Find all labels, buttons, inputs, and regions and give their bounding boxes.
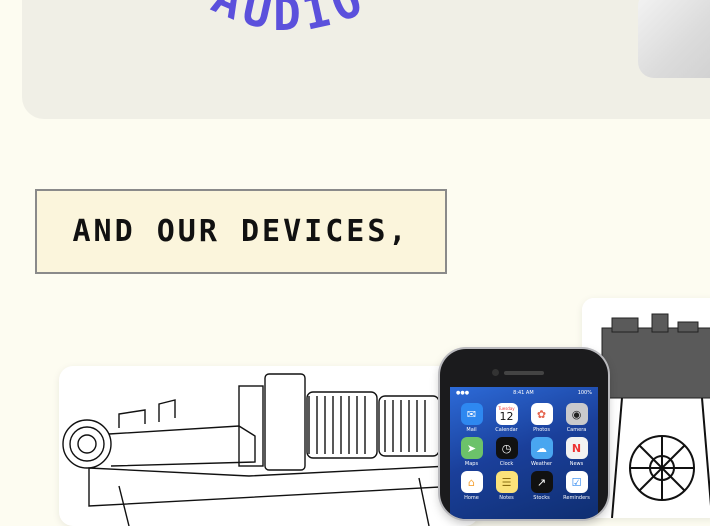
app-label: Stocks [533,495,550,501]
home-icon: ⌂ [460,471,483,493]
hero-title-arc: AUDIO [205,0,375,41]
smartphone: ●●● 8:41 AM 100% ✉ Mail Tuesday 12 Calen… [440,349,608,519]
app-mail[interactable]: ✉ Mail [456,403,487,433]
app-notes[interactable]: ☰ Notes [491,471,522,501]
section-caption-box: And our devices, [35,189,447,274]
app-label: News [569,461,584,467]
app-stocks[interactable]: ↗ Stocks [526,471,557,501]
hero-thumbnail[interactable] [638,0,710,78]
app-camera[interactable]: ◉ Camera [561,403,592,433]
calendar-icon: Tuesday 12 [495,403,518,425]
stocks-icon: ↗ [530,471,553,493]
app-label: Weather [530,461,553,467]
app-label: Camera [566,427,587,433]
app-photos[interactable]: ✿ Photos [526,403,557,433]
notes-icon: ☰ [495,471,518,493]
app-label: Clock [499,461,514,467]
reminders-icon: ☑ [565,471,588,493]
phone-speaker [504,371,544,375]
app-news[interactable]: N News [561,437,592,467]
hero-title: AUDIO [205,0,375,41]
app-maps[interactable]: ➤ Maps [456,437,487,467]
phone-camera [492,369,499,376]
telegraph-illustration [62,373,461,526]
app-clock[interactable]: ◷ Clock [491,437,522,467]
calendar-date: 12 [499,410,514,423]
home-screen-app-grid: ✉ Mail Tuesday 12 Calendar ✿ Photos ◉ Ca… [450,399,598,501]
mail-icon: ✉ [460,403,483,425]
maps-icon: ➤ [460,437,483,459]
app-label: Calendar [495,427,518,433]
app-label: Notes [499,495,514,501]
hero-title-text: AUDIO [205,0,369,41]
app-reminders[interactable]: ☑ Reminders [561,471,592,501]
camera-icon: ◉ [565,403,588,425]
news-icon: N [565,437,588,459]
app-label: Home [464,495,479,501]
telegraph-device-card[interactable] [59,366,479,526]
phone-status-bar: ●●● 8:41 AM 100% [450,387,598,399]
clock-icon: ◷ [495,437,518,459]
app-weather[interactable]: ☁ Weather [526,437,557,467]
phone-screen: ●●● 8:41 AM 100% ✉ Mail Tuesday 12 Calen… [450,387,598,519]
status-time: 8:41 AM [513,390,534,396]
app-calendar[interactable]: Tuesday 12 Calendar [491,403,522,433]
signal-icon: ●●● [456,390,470,396]
app-label: Photos [533,427,550,433]
battery-level: 100% [577,390,592,396]
app-home[interactable]: ⌂ Home [456,471,487,501]
app-label: Reminders [563,495,590,501]
photos-icon: ✿ [530,403,553,425]
app-label: Maps [464,461,479,467]
app-label: Mail [466,427,477,433]
weather-icon: ☁ [530,437,553,459]
section-caption: And our devices, [72,214,410,249]
